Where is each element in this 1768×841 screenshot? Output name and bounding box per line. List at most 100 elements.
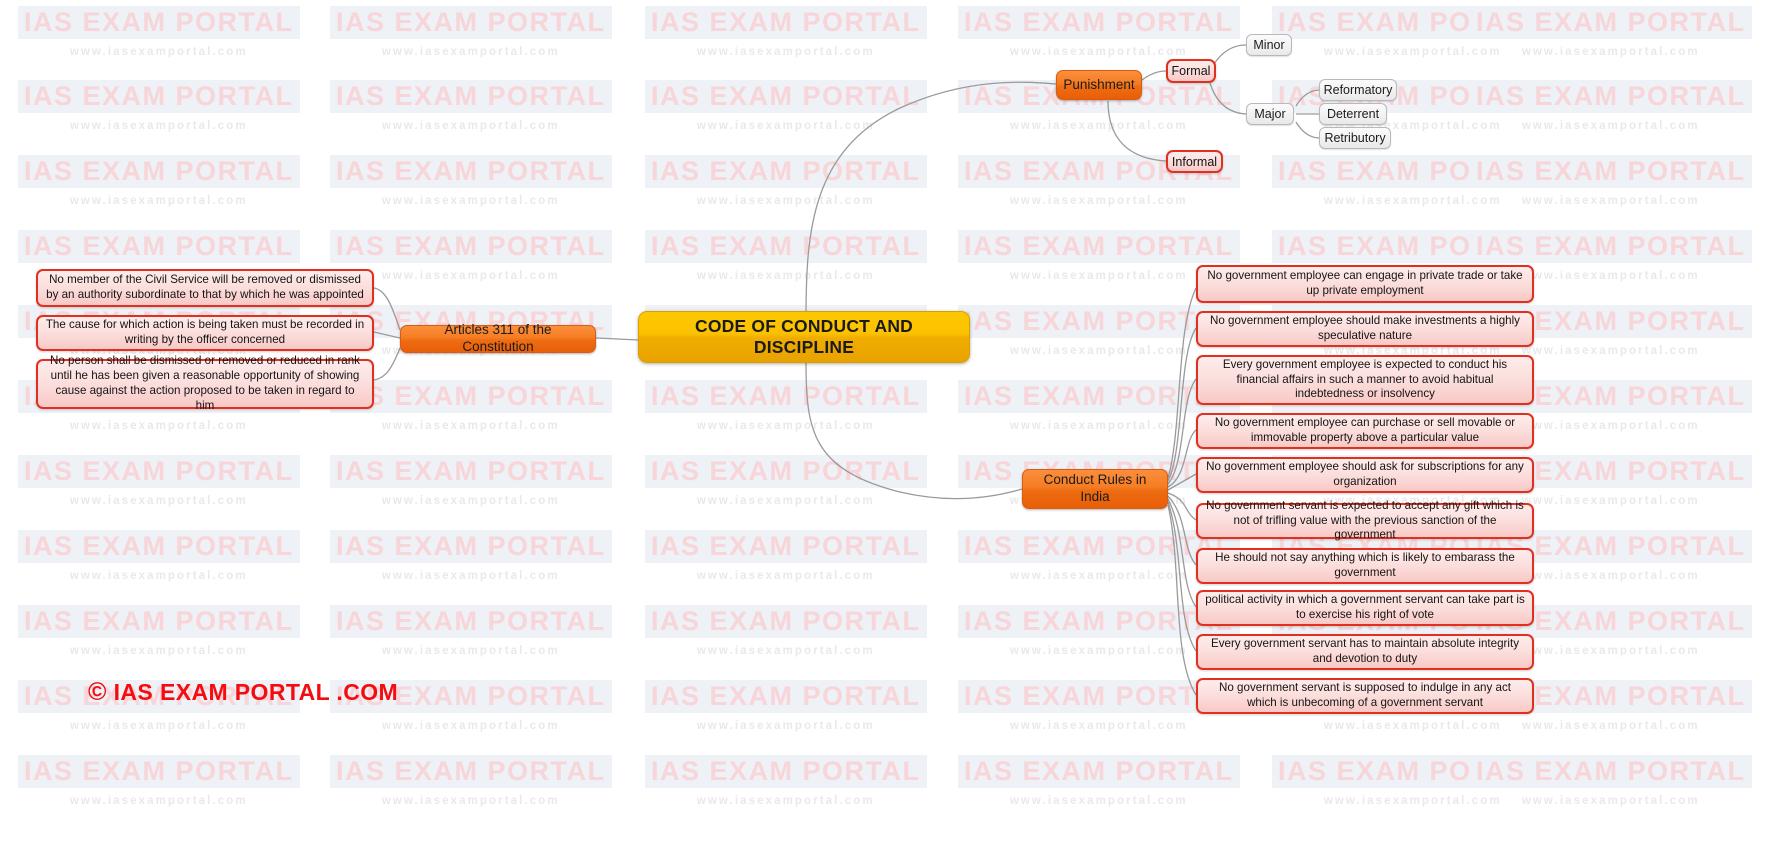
watermark-tile: IAS EXAM PORTAL www.iasexamportal.com <box>1470 755 1752 807</box>
conduct-rules-child-1[interactable]: No government employee should make inves… <box>1196 311 1534 347</box>
watermark-tile: IAS EXAM PORTAL www.iasexamportal.com <box>330 155 612 207</box>
watermark-url: www.iasexamportal.com <box>69 120 248 132</box>
link-punishment-formal <box>1141 70 1167 81</box>
watermark-url: www.iasexamportal.com <box>696 495 875 507</box>
watermark-url: www.iasexamportal.com <box>1521 120 1700 132</box>
articles-311-child-1[interactable]: The cause for which action is being take… <box>36 315 374 351</box>
link-punishment-informal <box>1107 100 1167 162</box>
link-articles-child-1 <box>373 331 401 339</box>
node-minor-label: Minor <box>1253 37 1285 52</box>
watermark-tile: IAS EXAM PORTAL www.iasexamportal.com <box>1272 80 1554 132</box>
watermark-title: IAS EXAM PORTAL <box>645 155 927 188</box>
watermark-title: IAS EXAM PORTAL <box>1470 155 1752 188</box>
watermark-url: www.iasexamportal.com <box>696 420 875 432</box>
watermark-title: IAS EXAM PORTAL <box>1272 755 1554 788</box>
watermark-title: IAS EXAM PORTAL <box>18 755 300 788</box>
branch-node-conduct-rules[interactable]: Conduct Rules in India <box>1022 469 1168 509</box>
watermark-url: www.iasexamportal.com <box>69 795 248 807</box>
link-conduct-child-0 <box>1167 287 1197 479</box>
watermark-url: www.iasexamportal.com <box>1009 120 1188 132</box>
conduct-rules-child-2-label: Every government employee is expected to… <box>1222 357 1508 401</box>
node-deterrent-label: Deterrent <box>1326 106 1380 121</box>
link-conduct-child-9 <box>1167 504 1197 696</box>
watermark-tile: IAS EXAM PORTAL www.iasexamportal.com <box>645 155 927 207</box>
watermark-tile: IAS EXAM PORTAL www.iasexamportal.com <box>18 455 300 507</box>
articles-311-child-2[interactable]: No person shall be dismissed or removed … <box>36 354 374 412</box>
watermark-url: www.iasexamportal.com <box>69 720 248 732</box>
watermark-tile: IAS EXAM PORTAL www.iasexamportal.com <box>958 6 1240 58</box>
watermark-tile: IAS EXAM PORTAL www.iasexamportal.com <box>330 530 612 582</box>
conduct-rules-child-7-label: political activity in which a government… <box>1205 593 1525 621</box>
link-articles-child-0 <box>373 287 401 331</box>
conduct-rules-child-5[interactable]: No government servant is expected to acc… <box>1196 499 1534 541</box>
watermark-url: www.iasexamportal.com <box>696 195 875 207</box>
node-minor[interactable]: Minor <box>1246 34 1292 56</box>
conduct-rules-child-2[interactable]: Every government employee is expected to… <box>1196 355 1534 405</box>
watermark-title: IAS EXAM PORTAL <box>1470 230 1752 263</box>
watermark-url: www.iasexamportal.com <box>381 46 560 58</box>
conduct-rules-child-3[interactable]: No government employee can purchase or s… <box>1196 413 1534 449</box>
watermark-title: IAS EXAM PORTAL <box>958 6 1240 39</box>
link-central-articles <box>595 337 639 341</box>
watermark-title: IAS EXAM PORTAL <box>330 755 612 788</box>
watermark-title: IAS EXAM PORTAL <box>330 230 612 263</box>
conduct-rules-child-6[interactable]: He should not say anything which is like… <box>1196 548 1534 584</box>
watermark-title: IAS EXAM PORTAL <box>958 230 1240 263</box>
node-reformatory-label: Reformatory <box>1323 82 1393 97</box>
conduct-rules-child-3-label: No government employee can purchase or s… <box>1214 416 1516 444</box>
central-node[interactable]: CODE OF CONDUCT AND DISCIPLINE <box>638 311 970 363</box>
watermark-tile: IAS EXAM PORTAL www.iasexamportal.com <box>18 6 300 58</box>
watermark-url: www.iasexamportal.com <box>696 720 875 732</box>
watermark-url: www.iasexamportal.com <box>381 120 560 132</box>
watermark-url: www.iasexamportal.com <box>69 195 248 207</box>
watermark-url: www.iasexamportal.com <box>1521 795 1700 807</box>
watermark-tile: IAS EXAM PORTAL www.iasexamportal.com <box>330 605 612 657</box>
watermark-url: www.iasexamportal.com <box>1009 720 1188 732</box>
watermark-url: www.iasexamportal.com <box>1009 46 1188 58</box>
conduct-rules-child-1-label: No government employee should make inves… <box>1210 314 1520 342</box>
watermark-url: www.iasexamportal.com <box>381 795 560 807</box>
watermark-tile: IAS EXAM PORTAL www.iasexamportal.com <box>645 605 927 657</box>
watermark-title: IAS EXAM PORTAL <box>645 680 927 713</box>
watermark-url: www.iasexamportal.com <box>69 420 248 432</box>
watermark-title: IAS EXAM PORTAL <box>1470 6 1752 39</box>
node-reformatory[interactable]: Reformatory <box>1319 79 1397 101</box>
watermark-url: www.iasexamportal.com <box>1521 720 1700 732</box>
branch-conduct-rules-label: Conduct Rules in India <box>1043 472 1147 504</box>
conduct-rules-child-9[interactable]: No government servant is supposed to ind… <box>1196 678 1534 714</box>
link-articles-child-2 <box>373 347 401 381</box>
watermark-tile: IAS EXAM PORTAL www.iasexamportal.com <box>1272 6 1554 58</box>
conduct-rules-child-4-label: No government employee should ask for su… <box>1206 460 1524 488</box>
watermark-url: www.iasexamportal.com <box>696 120 875 132</box>
watermark-tile: IAS EXAM PORTAL www.iasexamportal.com <box>18 755 300 807</box>
conduct-rules-child-0-label: No government employee can engage in pri… <box>1207 269 1523 297</box>
node-major[interactable]: Major <box>1246 103 1294 125</box>
node-deterrent[interactable]: Deterrent <box>1319 103 1387 125</box>
watermark-title: IAS EXAM PORTAL <box>645 6 927 39</box>
conduct-rules-child-0[interactable]: No government employee can engage in pri… <box>1196 265 1534 303</box>
node-informal[interactable]: Informal <box>1166 150 1223 173</box>
articles-311-child-0[interactable]: No member of the Civil Service will be r… <box>36 269 374 307</box>
conduct-rules-child-7[interactable]: political activity in which a government… <box>1196 590 1534 626</box>
branch-node-articles-311[interactable]: Articles 311 of the Constitution <box>400 322 596 354</box>
node-retributory[interactable]: Retributory <box>1319 127 1391 149</box>
watermark-tile: IAS EXAM PORTAL www.iasexamportal.com <box>18 80 300 132</box>
link-conduct-child-4 <box>1167 473 1197 491</box>
branch-node-punishment[interactable]: Punishment <box>1056 70 1142 100</box>
link-central-punishment <box>805 81 1057 319</box>
watermark-url: www.iasexamportal.com <box>1009 795 1188 807</box>
central-node-label: CODE OF CONDUCT AND DISCIPLINE <box>694 315 913 357</box>
link-central-conduct <box>805 361 1023 500</box>
copyright-text: IAS EXAM PORTAL .COM <box>113 679 399 705</box>
watermark-url: www.iasexamportal.com <box>381 645 560 657</box>
conduct-rules-child-8[interactable]: Every government servant has to maintain… <box>1196 634 1534 670</box>
watermark-title: IAS EXAM PORTAL <box>1272 155 1554 188</box>
watermark-url: www.iasexamportal.com <box>69 46 248 58</box>
link-conduct-child-6 <box>1167 495 1197 566</box>
watermark-title: IAS EXAM PORTAL <box>1272 230 1554 263</box>
watermark-url: www.iasexamportal.com <box>696 270 875 282</box>
watermark-tile: IAS EXAM PORTAL www.iasexamportal.com <box>645 755 927 807</box>
node-formal[interactable]: Formal <box>1166 59 1216 83</box>
articles-311-child-0-label: No member of the Civil Service will be r… <box>46 273 364 301</box>
conduct-rules-child-4[interactable]: No government employee should ask for su… <box>1196 457 1534 493</box>
